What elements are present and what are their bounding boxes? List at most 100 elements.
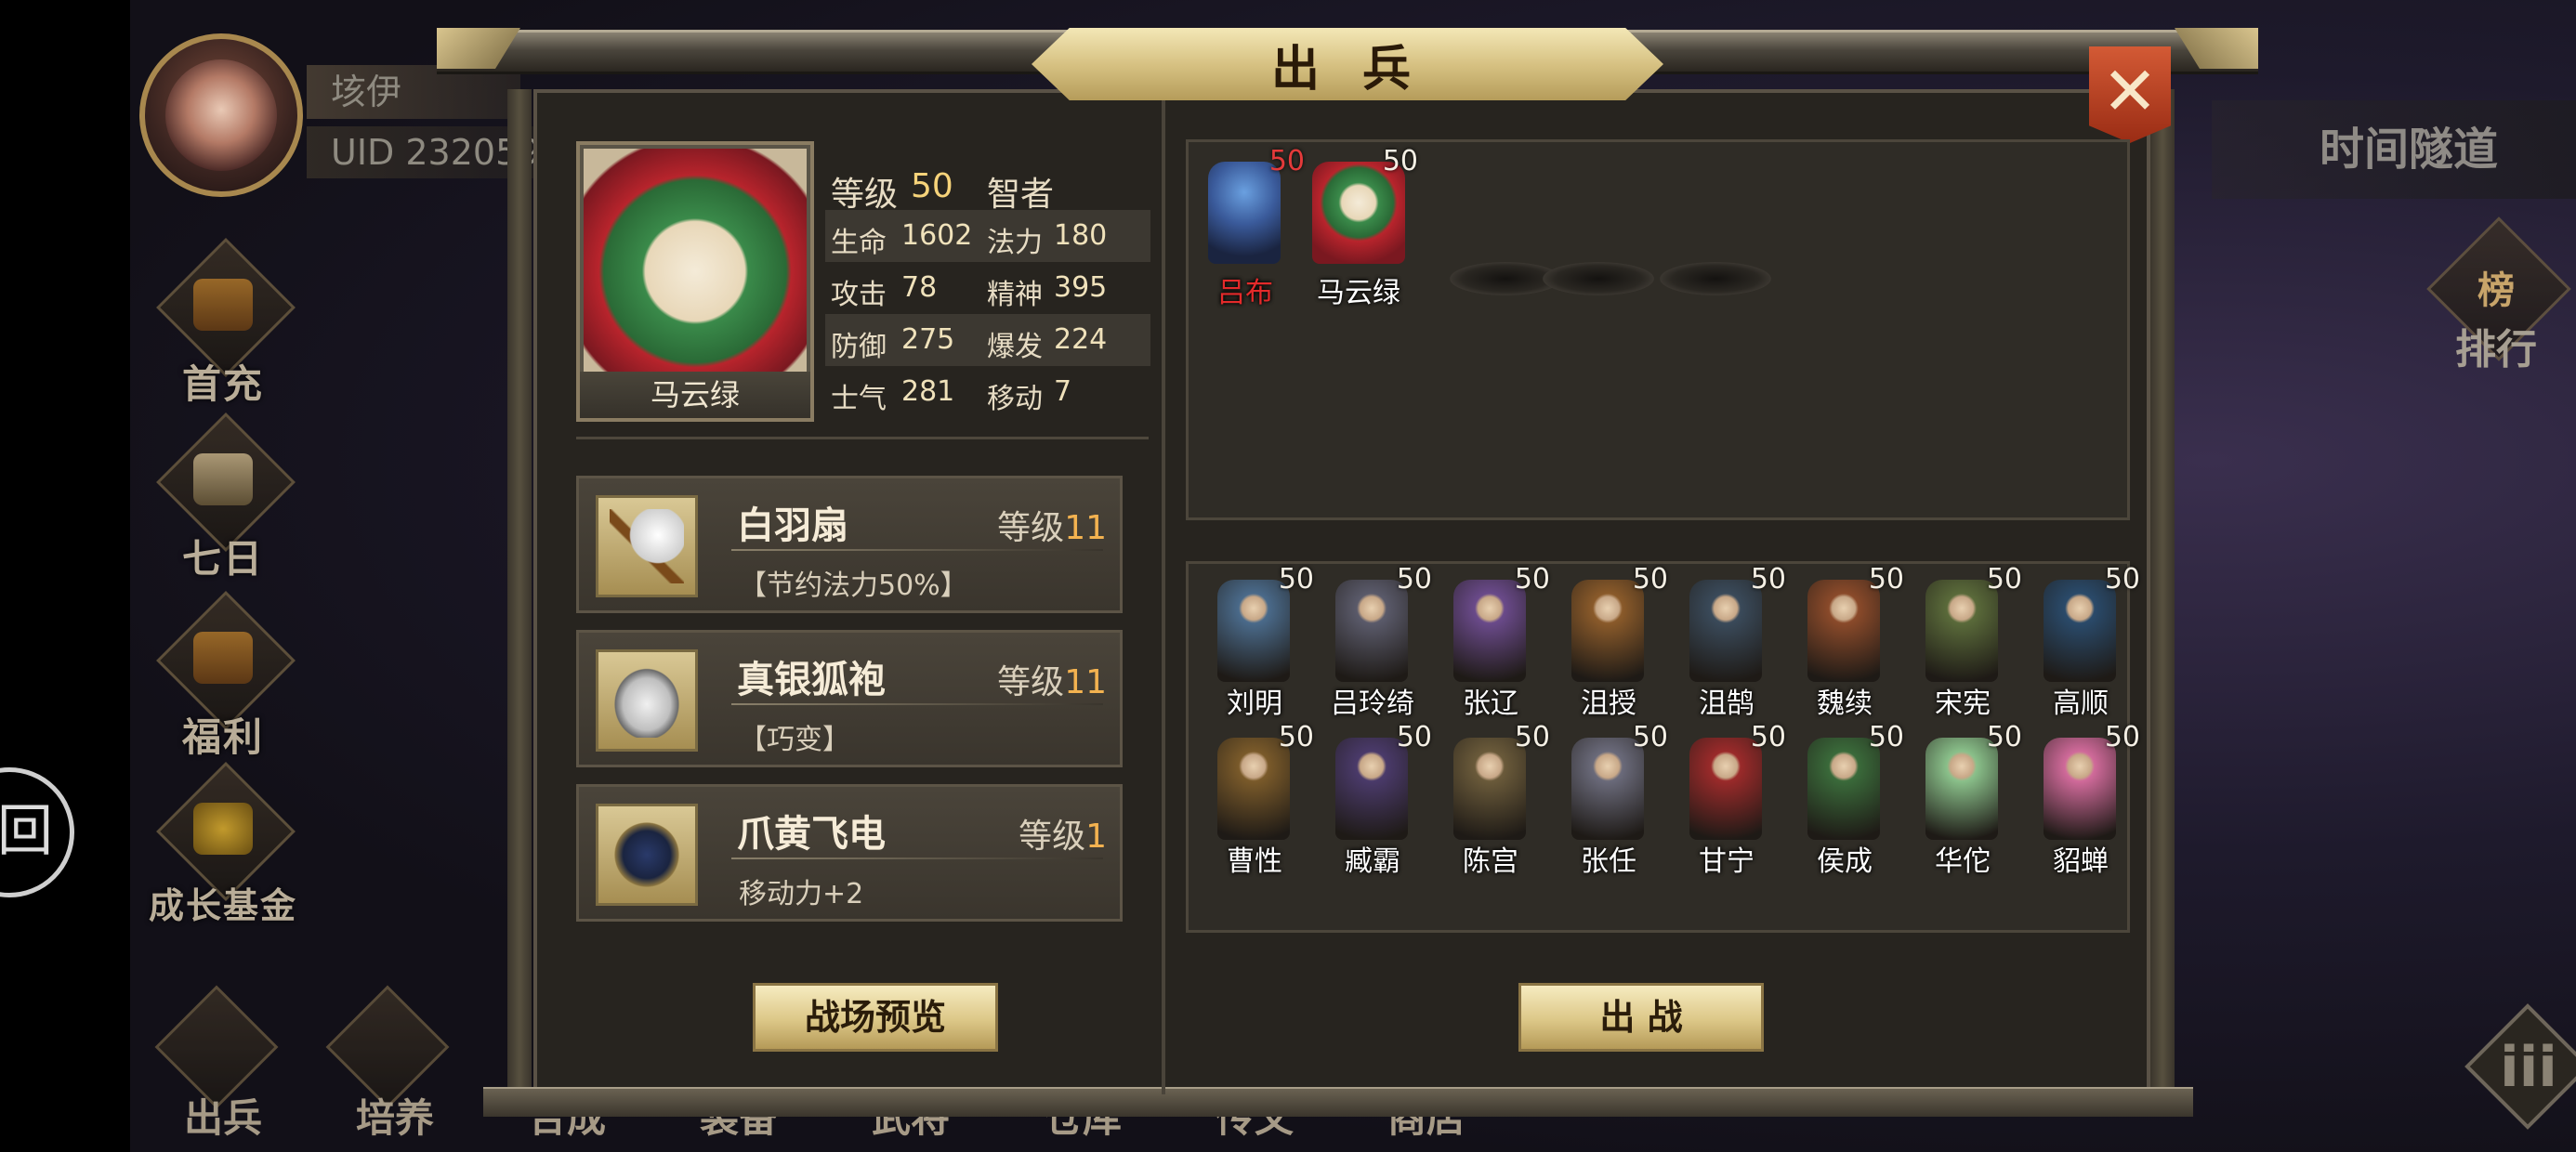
modal-rail-right (2150, 89, 2175, 1093)
equipment-name: 真银狐袍 (737, 659, 886, 701)
hero-portrait[interactable]: 马云绿 (576, 141, 814, 422)
horse-icon (596, 804, 698, 906)
sidebar-welfare[interactable]: 福利 (149, 591, 297, 760)
roster-unit[interactable]: 50 沮鹄 (1667, 563, 1786, 721)
level-value: 50 (911, 167, 953, 205)
stat-value: 275 (901, 323, 955, 356)
avatar-face-image (165, 59, 277, 171)
unit-name: 沮授 (1581, 687, 1636, 720)
unit-name: 魏续 (1817, 687, 1873, 720)
sidebar-item-label: 成长基金 (149, 885, 298, 926)
roster-unit[interactable]: 50 沮授 (1549, 563, 1668, 721)
unit-level: 50 (1632, 563, 1668, 596)
roster-unit[interactable]: 50 臧霸 (1313, 721, 1432, 879)
stat-value: 224 (1054, 323, 1108, 356)
roster-unit[interactable]: 50 吕玲绮 (1313, 563, 1432, 721)
player-uid: UID 23205938 (307, 126, 539, 178)
battlefield-preview-button[interactable]: 战场预览 (753, 983, 998, 1052)
stat-value: 281 (901, 375, 955, 408)
sidebar-growth-fund[interactable]: 成长基金 (149, 762, 297, 926)
nav-deploy[interactable]: 出兵 (167, 1087, 279, 1144)
equipment-divider (731, 549, 1103, 551)
deployed-unit-selected[interactable]: 50 马云绿 (1299, 145, 1418, 309)
time-tunnel-button[interactable]: 时间隧道 (2212, 100, 2576, 199)
hero-stats: 等级 50 智者 生命 1602 法力 180 攻击 78 精神 395 防御 … (825, 158, 1150, 418)
sidebar-item-label: 七日 (181, 536, 264, 582)
equipment-name: 爪黄飞电 (737, 813, 886, 856)
unit-level: 50 (1514, 721, 1550, 753)
equipment-level: 等级11 (997, 663, 1107, 701)
unit-level: 50 (2104, 721, 2140, 753)
unit-level: 50 (1278, 563, 1314, 596)
ranking-button[interactable]: 榜 排行 (2422, 216, 2571, 386)
sidebar-first-recharge[interactable]: 首充 (149, 238, 297, 407)
stat-label: 精神 (987, 279, 1043, 311)
stat-value: 7 (1054, 375, 1072, 408)
roster-unit[interactable]: 50 张辽 (1431, 563, 1550, 721)
unit-level: 50 (1868, 563, 1904, 596)
unit-name: 华佗 (1935, 845, 1991, 878)
unit-name: 曹性 (1227, 845, 1282, 878)
stat-label: 防御 (831, 331, 887, 363)
roster-unit[interactable]: 50 张任 (1549, 721, 1668, 879)
ranking-glyph: 榜 (2477, 269, 2515, 312)
modal-frame-bottom (483, 1087, 2193, 1117)
close-icon[interactable]: ✕ (2089, 46, 2171, 143)
nav-train[interactable]: 培养 (339, 1087, 451, 1144)
empty-slot[interactable] (1543, 262, 1654, 295)
unit-name: 臧霸 (1345, 845, 1400, 878)
unit-level: 50 (2104, 563, 2140, 596)
equipment-slot-mount[interactable]: 爪黄飞电 等级1 移动力+2 (576, 784, 1123, 922)
unit-level: 50 (1396, 563, 1432, 596)
empty-slot[interactable] (1660, 262, 1771, 295)
dialog-title: 出 兵 (1270, 40, 1425, 98)
stat-row: 士气 281 移动 7 (825, 366, 1150, 418)
roster-unit[interactable]: 50 高顺 (2021, 563, 2140, 721)
unit-level: 50 (1986, 721, 2022, 753)
sidebar-item-label: 福利 (181, 714, 264, 760)
roster-unit[interactable]: 50 侯成 (1785, 721, 1904, 879)
stat-row: 防御 275 爆发 224 (825, 314, 1150, 366)
equipment-slot-armor[interactable]: 真银狐袍 等级11 【巧变】 (576, 630, 1123, 767)
player-avatar[interactable] (139, 33, 303, 197)
floating-round-button[interactable]: 回 (0, 767, 74, 897)
unit-level: 50 (1278, 721, 1314, 753)
equipment-level: 等级11 (997, 509, 1107, 547)
roster-unit[interactable]: 50 曹性 (1195, 721, 1314, 879)
unit-name: 张辽 (1463, 687, 1518, 720)
gold-coins-icon (193, 803, 253, 855)
hero-class: 智者 (987, 176, 1055, 214)
roster-unit[interactable]: 50 刘明 (1195, 563, 1314, 721)
unit-name: 宋宪 (1935, 687, 1991, 720)
deploy-button[interactable]: 出 战 (1518, 983, 1764, 1052)
roster-unit[interactable]: 50 魏续 (1785, 563, 1904, 721)
equipment-effect: 移动力+2 (739, 878, 864, 910)
unit-level: 50 (1382, 145, 1418, 177)
deployed-unit[interactable]: 50 吕布 (1186, 145, 1305, 309)
equipment-level: 等级1 (1019, 818, 1107, 856)
menu-button[interactable]: iii (2459, 998, 2576, 1130)
unit-name: 张任 (1581, 845, 1636, 878)
unit-name: 刘明 (1227, 687, 1282, 720)
unit-name: 侯成 (1817, 845, 1873, 878)
roster-unit[interactable]: 50 华佗 (1903, 721, 2022, 879)
equipment-slot-weapon[interactable]: 白羽扇 等级11 【节约法力50%】 (576, 476, 1123, 613)
roster-unit[interactable]: 50 宋宪 (1903, 563, 2022, 721)
unit-name: 甘宁 (1699, 845, 1755, 878)
roster-unit[interactable]: 50 貂蝉 (2021, 721, 2140, 879)
equipment-effect: 【节约法力50%】 (739, 569, 968, 602)
equipment-divider (731, 703, 1103, 705)
fox-robe-icon (596, 649, 698, 752)
stat-label: 爆发 (987, 331, 1043, 363)
sidebar-seven-days[interactable]: 七日 (149, 412, 297, 582)
hero-separator (576, 437, 1149, 439)
hero-lion-dance-image (584, 149, 807, 372)
dialog-title-plate: 出 兵 (1032, 28, 1663, 100)
stat-label: 法力 (987, 227, 1043, 259)
roster-unit[interactable]: 50 甘宁 (1667, 721, 1786, 879)
stat-value: 1602 (901, 219, 973, 252)
stat-row: 攻击 78 精神 395 (825, 262, 1150, 314)
stat-label: 攻击 (831, 279, 887, 311)
unit-level: 50 (1868, 721, 1904, 753)
roster-unit[interactable]: 50 陈宫 (1431, 721, 1550, 879)
